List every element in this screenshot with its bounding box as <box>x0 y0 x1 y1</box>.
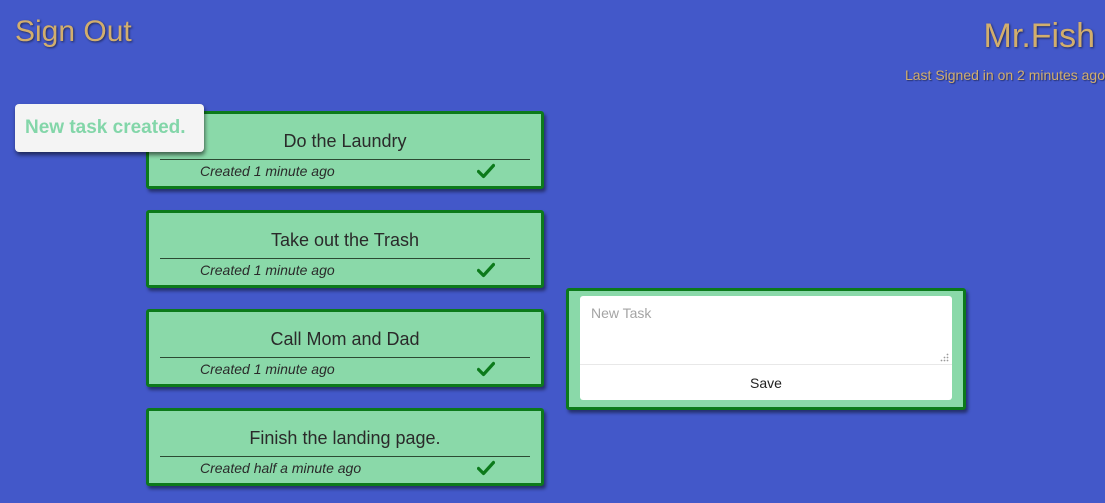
resize-grip-icon[interactable] <box>940 353 949 362</box>
sign-out-link[interactable]: Sign Out <box>15 14 132 50</box>
new-task-input[interactable] <box>580 296 952 365</box>
task-card: Call Mom and Dad Created 1 minute ago <box>146 309 544 387</box>
save-button[interactable]: Save <box>580 366 952 400</box>
task-title: Take out the Trash <box>160 229 530 259</box>
task-card: Take out the Trash Created 1 minute ago <box>146 210 544 288</box>
task-title: Finish the landing page. <box>160 427 530 457</box>
task-title: Do the Laundry <box>160 130 530 160</box>
task-created-time: Created half a minute ago <box>200 460 362 476</box>
new-task-panel: Save <box>566 288 966 410</box>
task-created-time: Created 1 minute ago <box>200 361 335 377</box>
task-created-time: Created 1 minute ago <box>200 262 335 278</box>
task-created-toast: New task created. <box>15 104 204 152</box>
check-icon[interactable] <box>477 460 495 476</box>
check-icon[interactable] <box>477 361 495 377</box>
check-icon[interactable] <box>477 262 495 278</box>
last-signed-in-text: Last Signed in on 2 minutes ago <box>904 67 1105 83</box>
username-heading: Mr.Fish <box>983 17 1095 55</box>
task-title: Call Mom and Dad <box>160 328 530 358</box>
new-task-form: Save <box>580 296 952 400</box>
task-card: Do the Laundry Created 1 minute ago <box>146 111 544 189</box>
task-created-time: Created 1 minute ago <box>200 163 335 179</box>
task-card: Finish the landing page. Created half a … <box>146 408 544 486</box>
toast-message: New task created. <box>25 117 186 138</box>
check-icon[interactable] <box>477 163 495 179</box>
